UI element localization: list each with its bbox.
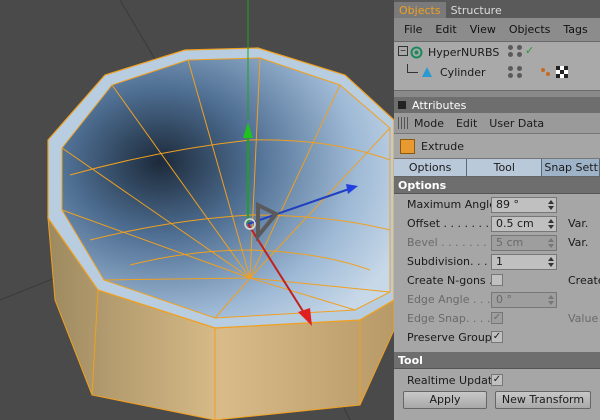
edge-snap-label: Edge Snap. . . . xyxy=(407,312,491,325)
spinner-icon[interactable] xyxy=(548,295,554,305)
tool-group: Realtime Update ✓ Apply New Transform xyxy=(394,369,600,409)
tab-objects[interactable]: Objects xyxy=(394,2,446,18)
tab-snap-settings[interactable]: Snap Settings xyxy=(542,159,600,176)
menu-objects[interactable]: Objects xyxy=(509,23,551,36)
visibility-dots-icon[interactable] xyxy=(508,45,514,59)
menu-tags[interactable]: Tags xyxy=(563,23,587,36)
attributes-menubar: Mode Edit User Data xyxy=(394,113,600,134)
row-edge-angle: Edge Angle . . . 0 ° xyxy=(394,291,600,309)
preserve-groups-label: Preserve Groups xyxy=(407,331,498,344)
row-bevel: Bevel . . . . . . . . 5 cm Var. xyxy=(394,234,600,252)
menu-edit[interactable]: Edit xyxy=(456,117,477,130)
tool-section-header: Tool xyxy=(394,352,600,369)
tool-name: Extrude xyxy=(421,139,465,153)
menu-mode[interactable]: Mode xyxy=(414,117,444,130)
spinner-icon[interactable] xyxy=(548,219,554,229)
attributes-header: Attributes xyxy=(394,97,600,113)
hypernurbs-icon xyxy=(410,46,423,59)
object-name[interactable]: Cylinder xyxy=(440,66,486,79)
row-create-ngons: Create N-gons . Create xyxy=(394,272,600,290)
create-ngons-checkbox[interactable] xyxy=(491,274,503,286)
row-subdivision: Subdivision. . . . 1 xyxy=(394,253,600,271)
grip-icon xyxy=(398,117,408,129)
tab-tool[interactable]: Tool xyxy=(467,159,543,176)
bowl-inner xyxy=(61,57,391,319)
preserve-groups-checkbox[interactable]: ✓ xyxy=(491,331,503,343)
object-manager: − HyperNURBS ✓ Cylinder xyxy=(394,42,600,91)
options-header: Options xyxy=(394,177,600,194)
subdivision-input[interactable]: 1 xyxy=(491,254,557,270)
objects-menubar: File Edit View Objects Tags xyxy=(394,18,600,42)
attributes-title: Attributes xyxy=(412,98,467,112)
apply-button[interactable]: Apply xyxy=(403,391,487,409)
bevel-label: Bevel . . . . . . . . xyxy=(407,236,494,249)
3d-viewport[interactable] xyxy=(0,0,394,420)
bevel-input[interactable]: 5 cm xyxy=(491,235,557,251)
row-max-angle: Maximum Angle 89 ° xyxy=(394,196,600,214)
object-name[interactable]: HyperNURBS xyxy=(428,46,499,59)
bevel-var-label: Var. xyxy=(568,236,589,249)
tab-structure[interactable]: Structure xyxy=(446,2,507,18)
realtime-update-checkbox[interactable]: ✓ xyxy=(491,374,503,386)
row-realtime-update: Realtime Update ✓ xyxy=(394,372,600,390)
edge-snap-checkbox[interactable]: ✓ xyxy=(491,312,503,324)
spinner-icon[interactable] xyxy=(548,200,554,210)
visibility-dots-icon[interactable] xyxy=(517,45,523,59)
offset-input[interactable]: 0.5 cm xyxy=(491,216,557,232)
visibility-dots-icon[interactable] xyxy=(517,66,523,80)
value-label: Value xyxy=(568,312,599,325)
row-preserve-groups: Preserve Groups ✓ xyxy=(394,329,600,347)
uvw-tag-icon[interactable] xyxy=(556,66,568,78)
phong-tag-icon[interactable] xyxy=(540,66,552,78)
subdivision-label: Subdivision. . . . xyxy=(407,255,495,268)
new-transform-button[interactable]: New Transform xyxy=(495,391,591,409)
row-offset: Offset . . . . . . . . 0.5 cm Var. xyxy=(394,215,600,233)
tool-tabs: Options Tool Snap Settings xyxy=(394,158,600,177)
tab-options[interactable]: Options xyxy=(394,159,468,176)
menu-file[interactable]: File xyxy=(404,23,422,36)
tree-line-icon xyxy=(407,64,418,73)
right-panel: Objects Structure File Edit View Objects… xyxy=(394,0,600,420)
cylinder-icon xyxy=(422,67,432,77)
menu-user-data[interactable]: User Data xyxy=(489,117,544,130)
offset-var-label: Var. xyxy=(568,217,589,230)
create-label: Create xyxy=(568,274,600,287)
enabled-check-icon[interactable]: ✓ xyxy=(525,44,534,57)
offset-label: Offset . . . . . . . . xyxy=(407,217,496,230)
edge-angle-input[interactable]: 0 ° xyxy=(491,292,557,308)
menu-edit[interactable]: Edit xyxy=(435,23,456,36)
create-ngons-label: Create N-gons . xyxy=(407,274,493,287)
menu-view[interactable]: View xyxy=(470,23,496,36)
extrude-icon xyxy=(400,138,415,154)
max-angle-label: Maximum Angle xyxy=(407,198,496,211)
panel-tabs: Objects Structure xyxy=(394,0,600,18)
options-group: Maximum Angle 89 ° Offset . . . . . . . … xyxy=(394,194,600,352)
panel-icon xyxy=(398,101,406,109)
tool-title: Extrude xyxy=(394,134,600,158)
spinner-icon[interactable] xyxy=(548,238,554,248)
row-edge-snap: Edge Snap. . . . ✓ Value xyxy=(394,310,600,328)
viewport-canvas[interactable] xyxy=(0,0,394,420)
collapse-icon[interactable]: − xyxy=(398,46,408,56)
spinner-icon[interactable] xyxy=(548,257,554,267)
max-angle-input[interactable]: 89 ° xyxy=(491,197,557,213)
visibility-dots-icon[interactable] xyxy=(508,66,514,80)
realtime-update-label: Realtime Update xyxy=(407,374,499,387)
edge-angle-label: Edge Angle . . . xyxy=(407,293,491,306)
row-buttons: Apply New Transform xyxy=(394,391,600,409)
